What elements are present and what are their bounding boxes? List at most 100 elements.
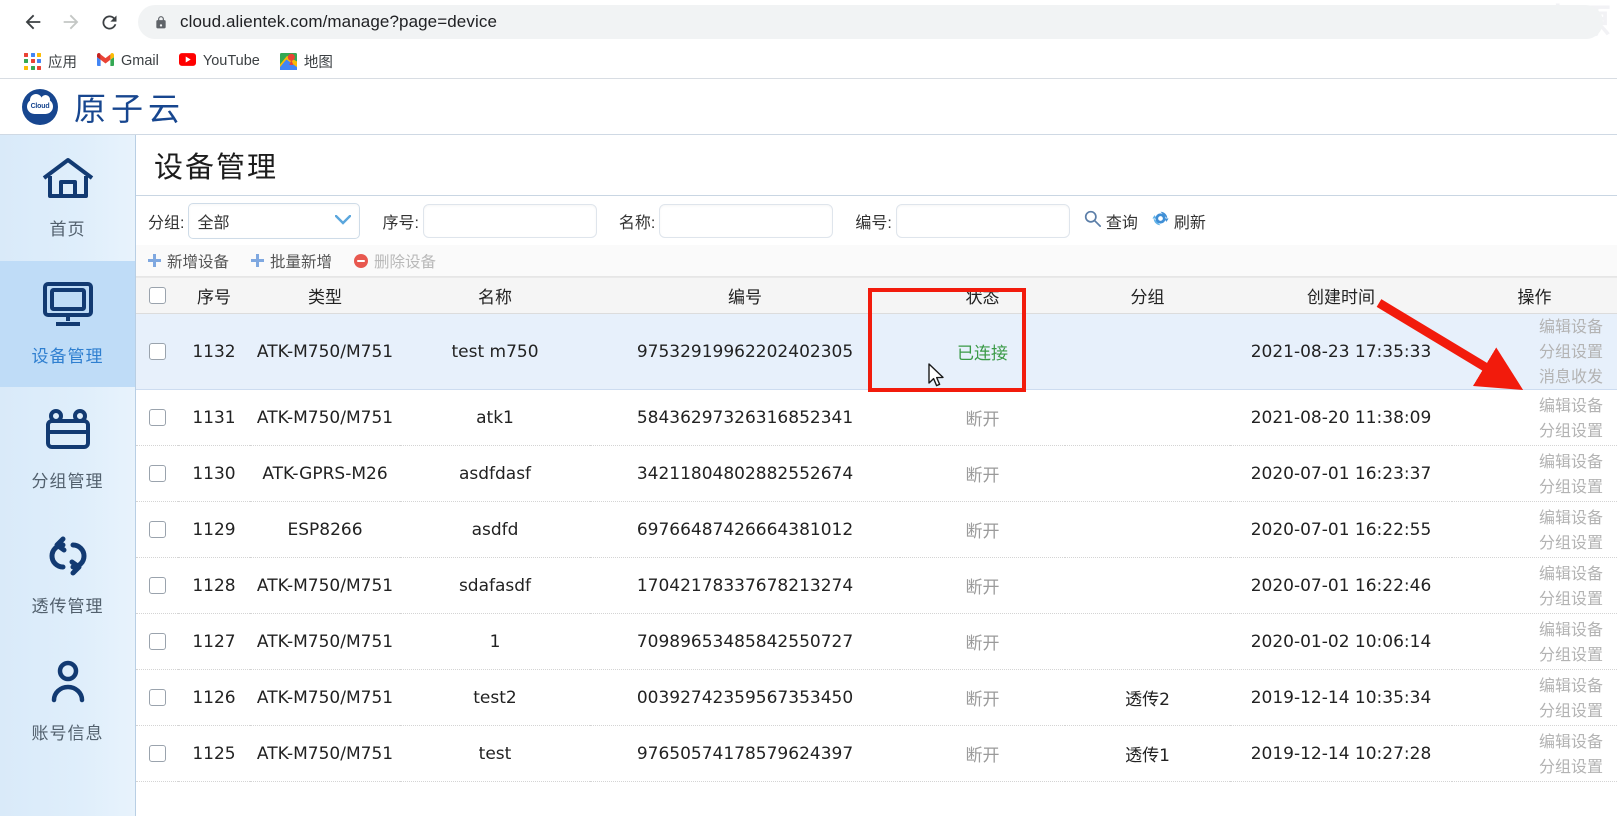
cloud-logo-icon[interactable]: Cloud bbox=[22, 88, 58, 125]
op-link-group-settings[interactable]: 分组设置 bbox=[1452, 642, 1603, 667]
col-header-name[interactable]: 名称 bbox=[400, 277, 590, 314]
row-select-cell bbox=[136, 313, 178, 390]
op-link-edit-device[interactable]: 编辑设备 bbox=[1452, 314, 1603, 339]
bookmark-maps[interactable]: 地图 bbox=[272, 47, 341, 75]
op-link-edit-device[interactable]: 编辑设备 bbox=[1452, 505, 1603, 530]
row-checkbox[interactable] bbox=[148, 577, 166, 594]
col-header-created[interactable]: 创建时间 bbox=[1230, 277, 1452, 314]
cell-group: 透传1 bbox=[1065, 725, 1230, 782]
row-checkbox[interactable] bbox=[148, 745, 166, 762]
op-link-group-settings[interactable]: 分组设置 bbox=[1452, 530, 1603, 555]
col-header-ops[interactable]: 操作 bbox=[1452, 277, 1617, 314]
number-filter-input[interactable] bbox=[895, 203, 1070, 238]
row-checkbox[interactable] bbox=[148, 409, 166, 426]
cell-status: 断开 bbox=[900, 557, 1065, 614]
group-filter-value: 全部 bbox=[197, 214, 230, 232]
bookmark-youtube[interactable]: YouTube bbox=[171, 47, 268, 75]
sidebar-item-account-info[interactable]: 账号信息 bbox=[0, 639, 135, 765]
op-link-group-settings[interactable]: 分组设置 bbox=[1452, 698, 1603, 723]
cell-status: 已连接 bbox=[900, 313, 1065, 390]
refresh-button[interactable]: 刷新 bbox=[1152, 209, 1206, 233]
back-button[interactable] bbox=[14, 3, 52, 41]
sidebar-item-transfer-management[interactable]: 透传管理 bbox=[0, 513, 135, 639]
op-link-group-settings[interactable]: 分组设置 bbox=[1452, 339, 1603, 364]
table-row[interactable]: 1125 ATK-M750/M751 test 9765057417857962439… bbox=[136, 725, 1617, 782]
cell-number: 97650574178579624397 bbox=[590, 725, 900, 782]
row-checkbox[interactable] bbox=[148, 343, 166, 360]
cell-created: 2020-07-01 16:22:55 bbox=[1230, 501, 1452, 558]
group-filter-label: 分组: bbox=[148, 214, 185, 232]
monitor-icon bbox=[41, 281, 95, 332]
select-all-checkbox[interactable] bbox=[148, 287, 166, 304]
reload-button[interactable] bbox=[90, 3, 128, 41]
address-bar[interactable]: cloud.alientek.com/manage?page=device bbox=[138, 5, 1603, 39]
cell-type: ATK-M750/M751 bbox=[250, 613, 400, 670]
home-icon bbox=[41, 156, 95, 205]
col-header-id[interactable]: 序号 bbox=[178, 277, 250, 314]
col-header-group[interactable]: 分组 bbox=[1065, 277, 1230, 314]
op-link-edit-device[interactable]: 编辑设备 bbox=[1452, 673, 1603, 698]
table-row[interactable]: 1131 ATK-M750/M751 atk1 5843629732631685234… bbox=[136, 389, 1617, 446]
serial-filter-label: 序号: bbox=[382, 214, 419, 232]
op-link-group-settings[interactable]: 分组设置 bbox=[1452, 474, 1603, 499]
cell-operations: 编辑设备 分组设置 bbox=[1452, 389, 1617, 446]
col-header-number[interactable]: 编号 bbox=[590, 277, 900, 314]
op-link-message-transceive[interactable]: 消息收发 bbox=[1452, 364, 1603, 389]
bookmark-label: Gmail bbox=[121, 53, 159, 69]
op-link-group-settings[interactable]: 分组设置 bbox=[1452, 754, 1603, 779]
cell-group bbox=[1065, 389, 1230, 446]
op-link-group-settings[interactable]: 分组设置 bbox=[1452, 418, 1603, 443]
name-filter-input[interactable] bbox=[659, 203, 834, 238]
cell-number: 00392742359567353450 bbox=[590, 669, 900, 726]
cell-type: ESP8266 bbox=[250, 501, 400, 558]
cell-status: 断开 bbox=[900, 389, 1065, 446]
cell-id: 1128 bbox=[178, 557, 250, 614]
sidebar-item-device-management[interactable]: 设备管理 bbox=[0, 261, 135, 387]
cell-operations: 编辑设备 分组设置 bbox=[1452, 725, 1617, 782]
table-row[interactable]: 1130 ATK-GPRS-M26 asdfdasf 3421180480288255… bbox=[136, 445, 1617, 502]
row-checkbox[interactable] bbox=[148, 633, 166, 650]
table-row[interactable]: 1128 ATK-M750/M751 sdafasdf 170421783376782… bbox=[136, 557, 1617, 614]
cell-operations: 编辑设备 分组设置 bbox=[1452, 557, 1617, 614]
cell-id: 1129 bbox=[178, 501, 250, 558]
cell-number: 97532919962202402305 bbox=[590, 313, 900, 390]
search-icon bbox=[1084, 210, 1101, 232]
row-checkbox[interactable] bbox=[148, 521, 166, 538]
table-row[interactable]: 1129 ESP8266 asdfd 69766487426664381012 断开 20… bbox=[136, 501, 1617, 558]
table-row[interactable]: 1127 ATK-M750/M751 1 70989653485842550727 断开… bbox=[136, 613, 1617, 670]
sidebar-item-home[interactable]: 首页 bbox=[0, 135, 135, 261]
address-bar-url: cloud.alientek.com/manage?page=device bbox=[180, 12, 497, 31]
table-row[interactable]: 1132 ATK-M750/M751 test m750 97532919962202… bbox=[136, 313, 1617, 390]
bookmark-label: 地图 bbox=[303, 54, 333, 71]
batch-add-button[interactable]: 批量新增 bbox=[251, 250, 332, 272]
col-header-status[interactable]: 状态 bbox=[900, 277, 1065, 314]
group-filter-select[interactable]: 全部 bbox=[188, 202, 361, 239]
serial-filter-input[interactable] bbox=[422, 203, 597, 238]
row-checkbox[interactable] bbox=[148, 689, 166, 706]
cell-created: 2021-08-23 17:35:33 bbox=[1230, 313, 1452, 390]
add-device-button[interactable]: 新增设备 bbox=[148, 250, 229, 272]
cell-name: asdfdasf bbox=[400, 445, 590, 502]
browser-toolbar: cloud.alientek.com/manage?page=device bbox=[0, 0, 1617, 44]
sidebar-item-group-management[interactable]: 分组管理 bbox=[0, 387, 135, 513]
status-badge: 断开 bbox=[965, 522, 1000, 542]
search-button[interactable]: 查询 bbox=[1084, 209, 1138, 233]
cell-group bbox=[1065, 313, 1230, 390]
delete-device-button[interactable]: 删除设备 bbox=[354, 250, 436, 272]
plus-icon bbox=[148, 254, 161, 267]
row-checkbox[interactable] bbox=[148, 465, 166, 482]
op-link-edit-device[interactable]: 编辑设备 bbox=[1452, 393, 1603, 418]
op-link-edit-device[interactable]: 编辑设备 bbox=[1452, 617, 1603, 642]
col-header-type[interactable]: 类型 bbox=[250, 277, 400, 314]
cell-number: 70989653485842550727 bbox=[590, 613, 900, 670]
op-link-edit-device[interactable]: 编辑设备 bbox=[1452, 729, 1603, 754]
table-row[interactable]: 1126 ATK-M750/M751 test2 003927423595673534… bbox=[136, 669, 1617, 726]
bookmark-apps[interactable]: 应用 bbox=[16, 47, 85, 75]
bookmark-gmail[interactable]: Gmail bbox=[89, 47, 167, 75]
cell-status: 断开 bbox=[900, 613, 1065, 670]
refresh-icon bbox=[1152, 210, 1169, 232]
op-link-edit-device[interactable]: 编辑设备 bbox=[1452, 561, 1603, 586]
op-link-group-settings[interactable]: 分组设置 bbox=[1452, 586, 1603, 611]
op-link-edit-device[interactable]: 编辑设备 bbox=[1452, 449, 1603, 474]
forward-button[interactable] bbox=[52, 3, 90, 41]
